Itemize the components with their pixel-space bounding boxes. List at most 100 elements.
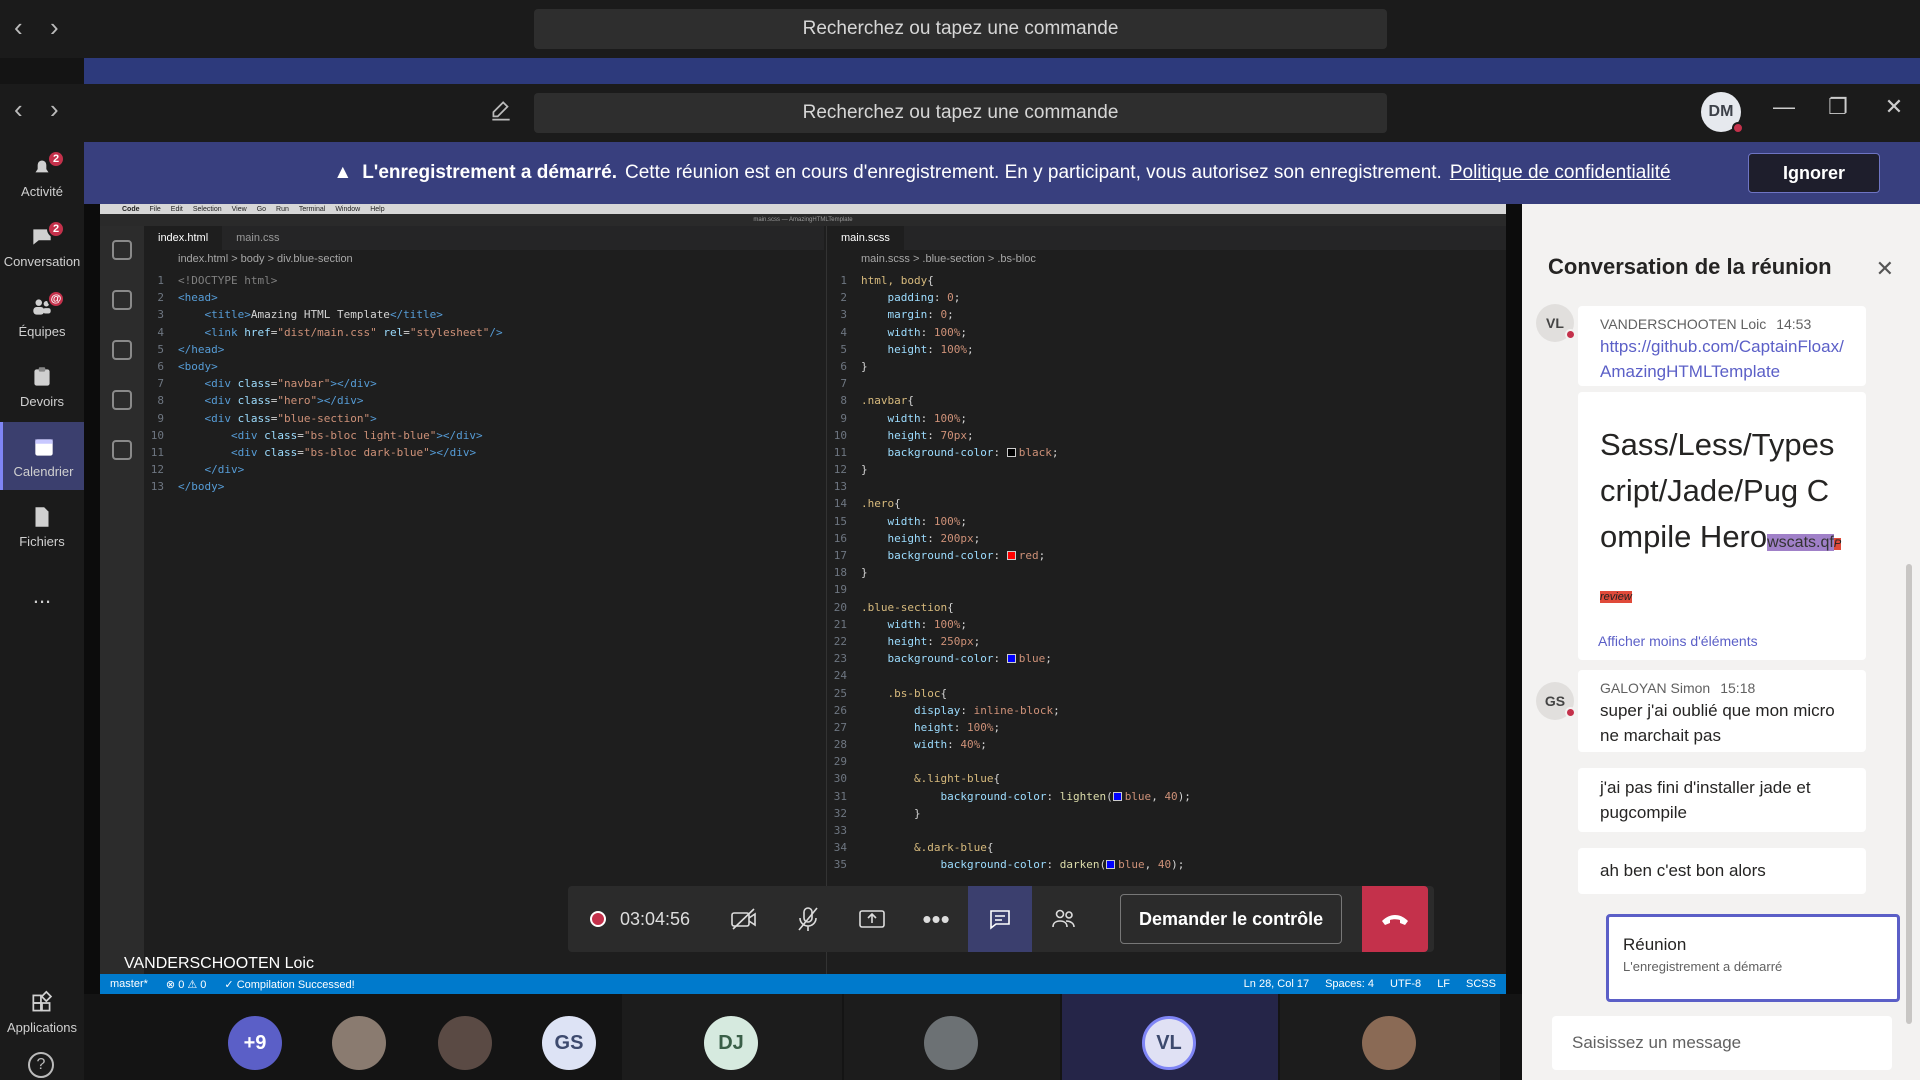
- activity-bar: [100, 226, 144, 974]
- chat-scrollbar[interactable]: [1906, 564, 1912, 1024]
- more-icon: ...: [32, 583, 52, 608]
- rail-item-teams[interactable]: Équipes @: [0, 282, 84, 350]
- chat-message: VANDERSCHOOTEN Loic 14:53 https://github.…: [1578, 306, 1866, 386]
- message-author: GALOYAN Simon: [1600, 680, 1711, 696]
- app-rail: Activité 2 Conversation 2 Équipes @ Devo…: [0, 142, 84, 1080]
- chat-toggle-button[interactable]: [968, 886, 1033, 952]
- rail-item-more[interactable]: ...: [0, 562, 84, 630]
- presence-dot: [1565, 329, 1576, 340]
- link-preview-card[interactable]: Sass/Less/Typescript/Jade/Pug Compile He…: [1578, 392, 1866, 660]
- rail-item-apps[interactable]: Applications: [0, 978, 84, 1046]
- presence-dot: [1732, 122, 1744, 134]
- recording-icon: [590, 911, 606, 927]
- share-screen-button[interactable]: [840, 886, 904, 952]
- back-arrow-icon[interactable]: ‹: [14, 94, 23, 125]
- rail-label: Calendrier: [13, 463, 74, 479]
- chat-icon: [990, 910, 1010, 930]
- message-author: VANDERSCHOOTEN Loic: [1600, 316, 1767, 332]
- vscode-status-bar: master* ⊗ 0 ⚠ 0 ✓ Compilation Successed!…: [100, 974, 1506, 994]
- chat-message: j'ai pas fini d'installer jade et pugcom…: [1578, 768, 1866, 832]
- participant-dj[interactable]: DJ: [704, 1016, 758, 1070]
- right-breadcrumb: main.scss > .blue-section > .bs-bloc: [861, 253, 1036, 265]
- meeting-notification-card[interactable]: Réunion L'enregistrement a démarré: [1606, 914, 1900, 1002]
- left-tabs: index.html main.css: [144, 226, 824, 250]
- camera-off-button[interactable]: [712, 886, 776, 952]
- source-control-icon: [112, 340, 132, 360]
- call-controls: 03:04:56 ••• Demander le contrôle: [568, 886, 1434, 952]
- banner-text: Cette réunion est en cours d'enregistrem…: [625, 162, 1442, 183]
- participant-photo[interactable]: [438, 1016, 492, 1070]
- chat-message: ah ben c'est bon alors: [1578, 848, 1866, 894]
- search-input-background[interactable]: Recherchez ou tapez une commande: [534, 9, 1387, 49]
- teams-badge: @: [47, 290, 65, 308]
- rail-item-assignments[interactable]: Devoirs: [0, 352, 84, 420]
- search-input[interactable]: Recherchez ou tapez une commande: [534, 93, 1387, 133]
- menu-item: Terminal: [298, 205, 326, 213]
- warning-icon: ▲: [333, 162, 353, 183]
- rail-item-calendar[interactable]: Calendrier: [0, 422, 84, 490]
- user-avatar[interactable]: DM: [1701, 92, 1744, 134]
- mic-off-icon: [798, 907, 818, 931]
- restore-icon[interactable]: ❐: [1818, 94, 1858, 120]
- avatar-gs: GS: [1536, 682, 1576, 720]
- rail-label: Conversation: [3, 253, 81, 269]
- message-time: 15:18: [1720, 680, 1756, 696]
- mic-off-button[interactable]: [776, 886, 840, 952]
- more-actions-button[interactable]: •••: [904, 886, 968, 952]
- timer-text: 03:04:56: [620, 908, 691, 929]
- tab-main-scss: main.scss: [827, 226, 904, 250]
- participant-tile: [844, 994, 1060, 1080]
- warning-count: 0: [200, 978, 207, 991]
- avatar-initials: GS: [1544, 693, 1566, 709]
- user-initials: DM: [1708, 103, 1734, 120]
- shared-screen: Code File Edit Selection View Go Run Ter…: [100, 204, 1506, 994]
- minimize-icon[interactable]: —: [1764, 94, 1804, 120]
- message-text: j'ai pas fini d'installer jade et pugcom…: [1600, 778, 1811, 822]
- recording-banner: ▲ L'enregistrement a démarré. Cette réun…: [84, 142, 1920, 204]
- forward-arrow-icon[interactable]: ›: [50, 12, 59, 43]
- privacy-link[interactable]: Politique de confidentialité: [1450, 162, 1671, 184]
- message-time: 14:53: [1776, 316, 1812, 332]
- request-control-button[interactable]: Demander le contrôle: [1120, 894, 1343, 944]
- participant-photo[interactable]: [924, 1016, 978, 1070]
- close-icon[interactable]: ✕: [1876, 256, 1894, 282]
- participant-tile: [1280, 994, 1500, 1080]
- participants-button[interactable]: [1032, 886, 1096, 952]
- camera-off-icon: [731, 908, 756, 930]
- menu-item: Run: [276, 205, 289, 213]
- presence-dot: [1565, 707, 1576, 718]
- close-window-icon[interactable]: ✕: [1874, 94, 1914, 120]
- forward-arrow-icon[interactable]: ›: [50, 94, 59, 125]
- participant-vl[interactable]: VL: [1142, 1016, 1196, 1070]
- hang-up-button[interactable]: [1362, 886, 1429, 952]
- tab-main-css: main.css: [236, 232, 280, 244]
- ignore-button[interactable]: Ignorer: [1748, 153, 1880, 193]
- recording-timer: 03:04:56: [568, 886, 712, 952]
- line-ending: LF: [1437, 978, 1451, 990]
- participant-photo[interactable]: [1362, 1016, 1416, 1070]
- message-input[interactable]: Saisissez un message: [1552, 1016, 1892, 1070]
- help-icon[interactable]: ?: [28, 1052, 54, 1078]
- preview-title: Sass/Less/Typescript/Jade/Pug Compile He…: [1600, 422, 1844, 620]
- show-less-link[interactable]: Afficher moins d'éléments: [1598, 629, 1758, 654]
- github-link[interactable]: https://github.com/CaptainFloax/AmazingH…: [1600, 334, 1844, 384]
- chat-title: Conversation de la réunion: [1548, 254, 1832, 279]
- rail-item-files[interactable]: Fichiers: [0, 492, 84, 560]
- problems-count: ⊗ 0 ⚠ 0: [165, 978, 207, 991]
- back-arrow-icon[interactable]: ‹: [14, 12, 23, 43]
- presenter-name: VANDERSCHOOTEN Loic: [124, 955, 314, 972]
- meeting-chat-panel: Conversation de la réunion ✕ VL VANDERSC…: [1522, 204, 1920, 1080]
- tab-index-html: index.html: [144, 226, 223, 250]
- rail-item-chat[interactable]: Conversation 2: [0, 212, 84, 280]
- participant-photo[interactable]: [332, 1016, 386, 1070]
- rail-item-activity[interactable]: Activité 2: [0, 142, 84, 210]
- participant-gs[interactable]: GS: [542, 1016, 596, 1070]
- rail-label: Fichiers: [19, 533, 65, 549]
- right-editor: main.scss main.scss > .blue-section > .b…: [826, 226, 1506, 974]
- error-count: 0: [178, 978, 185, 991]
- overflow-participants[interactable]: +9: [228, 1016, 282, 1070]
- vscode-title: main.scss — AmazingHTMLTemplate: [100, 214, 1506, 226]
- compose-icon[interactable]: [488, 98, 514, 124]
- menu-item: Window: [335, 205, 361, 213]
- rail-label: Activité: [21, 183, 63, 199]
